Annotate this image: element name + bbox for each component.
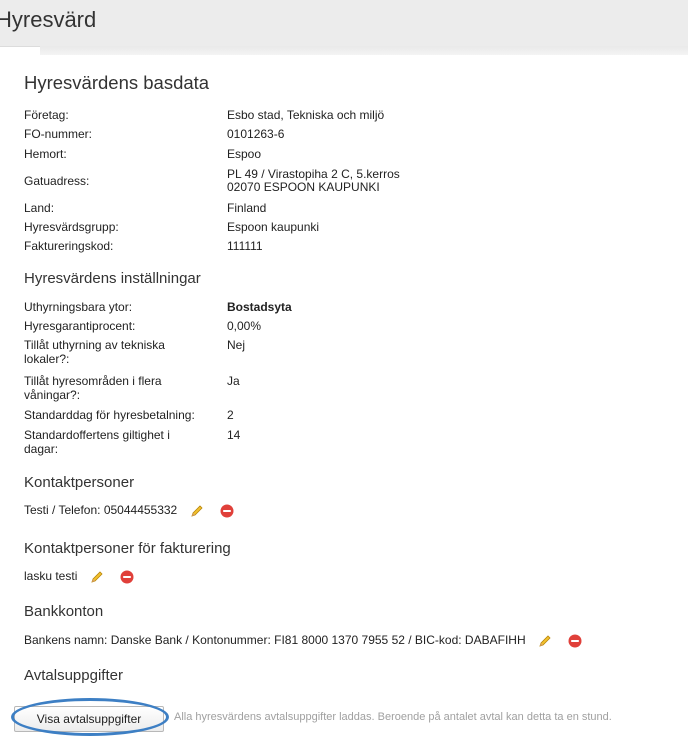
billing-contact-item: lasku testi <box>0 569 134 585</box>
bank-item-text: Bankens namn: Danske Bank / Kontonummer:… <box>24 633 526 648</box>
remove-circle-icon[interactable] <box>120 570 134 584</box>
label-uthyrningsbara-ytor: Uthyrningsbara ytor: <box>24 300 133 314</box>
value-offertens-giltighet: 14 <box>227 428 241 442</box>
agreement-heading: Avtalsuppgifter <box>24 667 123 684</box>
label-flera-vaningar-line1: Tillåt hyresområden i flera <box>24 374 162 388</box>
bank-heading: Bankkonton <box>24 603 104 620</box>
label-faktureringskod: Faktureringskod: <box>24 239 114 253</box>
agreement-hint: Alla hyresvärdens avtalsuppgifter laddas… <box>174 711 612 723</box>
label-offertens-giltighet-line1: Standardoffertens giltighet i <box>24 428 170 442</box>
basdata-heading: Hyresvärdens basdata <box>24 72 210 93</box>
pencil-icon[interactable] <box>189 503 205 519</box>
pencil-icon[interactable] <box>89 569 105 585</box>
contacts-heading: Kontaktpersoner <box>24 474 135 491</box>
main-content: Hyresvärdens basdata <box>24 72 684 106</box>
value-flera-vaningar: Ja <box>227 374 240 388</box>
contact-item-text: Testi / Telefon: 05044455332 <box>24 503 178 518</box>
show-agreements-button[interactable]: Visa avtalsuppgifter <box>14 706 164 732</box>
value-gatuadress-line1: PL 49 / Virastopiha 2 C, 5.kerros <box>227 167 400 181</box>
contact-item: Testi / Telefon: 05044455332 <box>0 503 234 519</box>
billing-contact-item-text: lasku testi <box>24 569 78 584</box>
label-hemort: Hemort: <box>24 147 67 161</box>
label-foretag: Företag: <box>24 108 69 122</box>
label-tekniska-lokaler-line1: Tillåt uthyrning av tekniska <box>24 338 165 352</box>
billing-contacts-heading: Kontaktpersoner för fakturering <box>24 540 231 557</box>
label-fo-nummer: FO-nummer: <box>24 127 93 141</box>
value-foretag: Esbo stad, Tekniska och miljö <box>227 108 385 122</box>
label-offertens-giltighet-line2: dagar: <box>24 442 59 456</box>
value-gatuadress-line2: 02070 ESPOON KAUPUNKI <box>227 180 380 194</box>
bank-item: Bankens namn: Danske Bank / Kontonummer:… <box>0 633 582 649</box>
value-hyresgarantiprocent: 0,00% <box>227 319 262 333</box>
value-tekniska-lokaler: Nej <box>227 338 246 352</box>
value-standarddag: 2 <box>227 408 234 422</box>
page-title: Hyresvärd <box>0 7 97 32</box>
label-tekniska-lokaler-line2: lokaler?: <box>24 352 70 366</box>
remove-circle-icon[interactable] <box>568 634 582 648</box>
remove-circle-icon[interactable] <box>220 504 234 518</box>
settings-heading: Hyresvärdens inställningar <box>24 270 201 287</box>
label-hyresvardsgrupp: Hyresvärdsgrupp: <box>24 220 119 234</box>
header-strip <box>40 46 688 55</box>
label-flera-vaningar-line2: våningar?: <box>24 388 81 402</box>
label-gatuadress: Gatuadress: <box>24 174 90 188</box>
label-hyresgarantiprocent: Hyresgarantiprocent: <box>24 319 136 333</box>
pencil-icon[interactable] <box>537 633 553 649</box>
label-standarddag: Standarddag för hyresbetalning: <box>24 408 195 422</box>
label-land: Land: <box>24 201 55 215</box>
value-uthyrningsbara-ytor: Bostadsyta <box>227 300 292 314</box>
value-fo-nummer: 0101263-6 <box>227 127 285 141</box>
value-faktureringskod: 111111 <box>227 239 263 253</box>
page-header: Hyresvärd <box>0 0 688 47</box>
value-land: Finland <box>227 201 267 215</box>
value-hemort: Espoo <box>227 147 262 161</box>
link-hyresvardsgrupp[interactable]: Espoon kaupunki <box>227 220 627 234</box>
